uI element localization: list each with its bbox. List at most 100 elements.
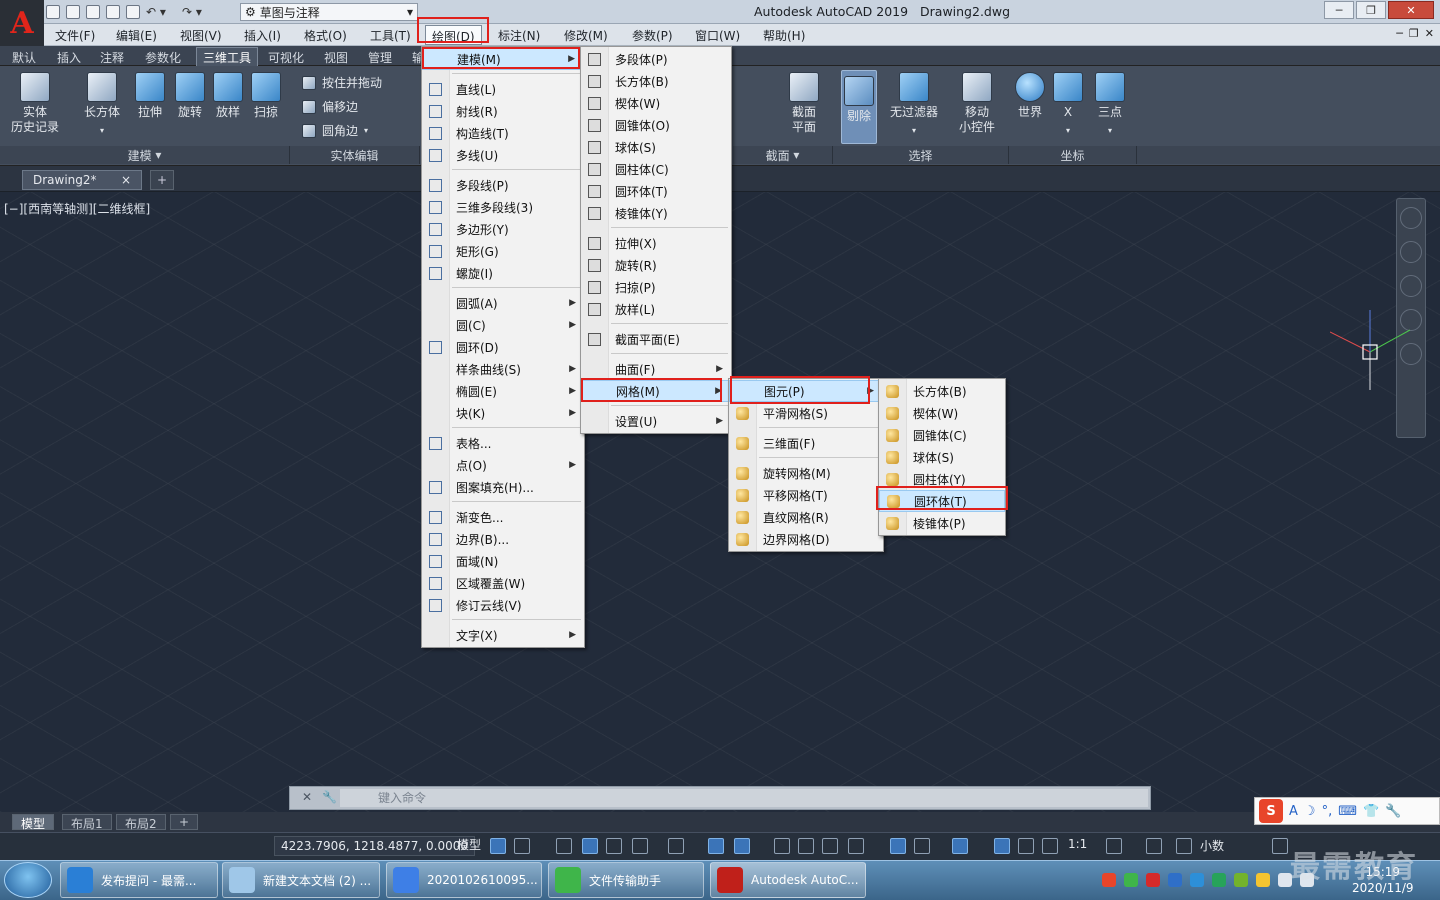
menu-item-modeling_menu-10[interactable]: 扫掠(P) <box>581 276 731 298</box>
menu-item-draw_menu-3[interactable]: 构造线(T) <box>422 122 584 144</box>
menu-item-mesh_menu-2[interactable]: 三维面(F) <box>729 432 883 454</box>
nvidia-tray-icon[interactable] <box>1234 873 1248 887</box>
3d-osnap-icon[interactable] <box>848 838 864 854</box>
tab-visualize[interactable]: 可视化 <box>268 49 304 66</box>
menu-item-modeling_menu-14[interactable]: 网格(M) ▶ <box>581 380 731 402</box>
menu-item-primitives_menu-4[interactable]: 圆柱体(Y) <box>879 468 1005 490</box>
menu-item-primitives_menu-1[interactable]: 楔体(W) <box>879 402 1005 424</box>
customize-icon[interactable] <box>1272 838 1288 854</box>
document-tab-drawing2[interactable]: Drawing2* × <box>22 170 142 190</box>
tab-parametric[interactable]: 参数化 <box>145 49 181 66</box>
network-drive-tray-icon[interactable] <box>1190 873 1204 887</box>
menu-item-draw_menu-20[interactable]: 边界(B)... <box>422 528 584 550</box>
tab-model[interactable]: 模型 <box>12 814 55 831</box>
menu-item-draw_menu-5[interactable]: 多段线(P) <box>422 174 584 196</box>
presspull-button[interactable]: 按住并拖动 <box>302 74 382 91</box>
wrench-icon[interactable]: 🔧 <box>1385 804 1401 819</box>
menu-item-draw_menu-9[interactable]: 螺旋(I) <box>422 262 584 284</box>
menu-item-primitives_menu-2[interactable]: 圆锥体(C) <box>879 424 1005 446</box>
menu-item-modeling_menu-4[interactable]: 球体(S) <box>581 136 731 158</box>
ime-punct-icon[interactable]: °, <box>1322 804 1333 819</box>
menu-item-mesh_menu-5[interactable]: 直纹网格(R) <box>729 506 883 528</box>
menu-window[interactable]: 窗口(W) <box>695 27 740 44</box>
menu-item-draw_menu-15[interactable]: 块(K) ▶ <box>422 402 584 424</box>
menu-item-modeling_menu-15[interactable]: 设置(U) ▶ <box>581 410 731 432</box>
viewcube-icon[interactable] <box>1400 207 1422 229</box>
ime-moon-icon[interactable]: ☽ <box>1304 804 1316 819</box>
steering-wheel-icon[interactable] <box>1400 241 1422 263</box>
redo-icon[interactable]: ↷ ▾ <box>182 5 212 19</box>
dynamic-input-icon[interactable] <box>582 838 598 854</box>
save-icon[interactable] <box>86 5 100 19</box>
menu-modify[interactable]: 修改(M) <box>564 27 608 44</box>
minimize-button[interactable]: ─ <box>1324 1 1354 19</box>
gear-icon[interactable] <box>1106 838 1122 854</box>
lineweight-icon[interactable] <box>774 838 790 854</box>
menu-item-draw_menu-0[interactable]: 建模(M) ▶ <box>422 48 584 70</box>
ime-mode-icon[interactable]: A <box>1289 804 1298 819</box>
menu-item-draw_menu-13[interactable]: 样条曲线(S) ▶ <box>422 358 584 380</box>
tab-default[interactable]: 默认 <box>12 49 36 66</box>
solid-history-button[interactable]: 实体 历史记录 <box>8 72 62 135</box>
menu-draw[interactable]: 绘图(D) <box>425 25 482 45</box>
menu-file[interactable]: 文件(F) <box>55 27 95 44</box>
menu-item-draw_menu-24[interactable]: 文字(X) ▶ <box>422 624 584 646</box>
close-icon[interactable]: × <box>121 173 131 187</box>
quick-properties-icon[interactable] <box>1176 838 1192 854</box>
sweep-button[interactable]: 扫掠 <box>248 72 284 120</box>
menu-item-primitives_menu-5[interactable]: 圆环体(T) <box>879 490 1005 512</box>
doc-restore-icon[interactable]: ❐ <box>1409 27 1419 40</box>
ime-skin-icon[interactable]: 👕 <box>1363 804 1379 819</box>
menu-item-modeling_menu-8[interactable]: 拉伸(X) <box>581 232 731 254</box>
menu-item-mesh_menu-3[interactable]: 旋转网格(M) <box>729 462 883 484</box>
menu-item-modeling_menu-5[interactable]: 圆柱体(C) <box>581 158 731 180</box>
polar-tracking-icon[interactable] <box>632 838 648 854</box>
doc-close-icon[interactable]: ✕ <box>1425 27 1434 40</box>
menu-item-primitives_menu-0[interactable]: 长方体(B) <box>879 380 1005 402</box>
wechat-tray-icon[interactable] <box>1124 873 1138 887</box>
menu-item-modeling_menu-0[interactable]: 多段体(P) <box>581 48 731 70</box>
ortho-icon[interactable] <box>606 838 622 854</box>
security-tray-icon[interactable] <box>1168 873 1182 887</box>
units-dropdown[interactable]: 小数 <box>1200 837 1224 854</box>
plus-icon[interactable] <box>1146 838 1162 854</box>
dynamic-ucs-icon[interactable] <box>890 838 906 854</box>
menu-item-draw_menu-16[interactable]: 表格... <box>422 432 584 454</box>
ime-toolbar[interactable]: S A ☽ °, ⌨ 👕 🔧 <box>1254 797 1440 825</box>
menu-item-draw_menu-19[interactable]: 渐变色... <box>422 506 584 528</box>
app-tray-icon[interactable] <box>1212 873 1226 887</box>
menu-dimension[interactable]: 标注(N) <box>498 27 540 44</box>
close-button[interactable]: ✕ <box>1388 1 1434 19</box>
menu-help[interactable]: 帮助(H) <box>763 27 805 44</box>
taskbar-item-autocad[interactable]: Autodesk AutoC... <box>710 862 866 898</box>
tab-insert[interactable]: 插入 <box>57 49 81 66</box>
sogou-tray-icon[interactable] <box>1102 873 1116 887</box>
x-ucs-button[interactable]: X ▾ <box>1052 72 1084 138</box>
menu-item-modeling_menu-7[interactable]: 棱锥体(Y) <box>581 202 731 224</box>
selection-cycling-icon[interactable] <box>822 838 838 854</box>
menu-format[interactable]: 格式(O) <box>304 27 347 44</box>
application-menu-button[interactable]: A <box>0 0 44 46</box>
menu-item-draw_menu-22[interactable]: 区域覆盖(W) <box>422 572 584 594</box>
object-snap-tracking-icon[interactable] <box>708 838 724 854</box>
section-plane-button[interactable]: 截面 平面 <box>786 72 822 135</box>
annotation-scale-icon[interactable] <box>1042 838 1058 854</box>
offset-edge-button[interactable]: 偏移边 <box>302 98 358 115</box>
menu-item-draw_menu-12[interactable]: 圆环(D) <box>422 336 584 358</box>
open-file-icon[interactable] <box>66 5 80 19</box>
no-filter-button[interactable]: 无过滤器 ▾ <box>886 72 942 138</box>
tab-layout2[interactable]: 布局2 <box>116 814 166 831</box>
menu-view[interactable]: 视图(V) <box>180 27 222 44</box>
menu-item-draw_menu-6[interactable]: 三维多段线(3) <box>422 196 584 218</box>
world-ucs-button[interactable]: 世界 <box>1012 72 1048 120</box>
new-tab-button[interactable]: + <box>150 170 174 190</box>
menu-item-modeling_menu-11[interactable]: 放样(L) <box>581 298 731 320</box>
menu-item-draw_menu-7[interactable]: 多边形(Y) <box>422 218 584 240</box>
panel-modeling[interactable]: 建模 ▾ <box>0 146 290 164</box>
revolve-button[interactable]: 旋转 <box>172 72 208 120</box>
menu-item-modeling_menu-6[interactable]: 圆环体(T) <box>581 180 731 202</box>
taskbar-item-video[interactable]: 2020102610095... <box>386 862 542 898</box>
coordinates-readout[interactable]: 4223.7906, 1218.4877, 0.0000 <box>274 836 476 856</box>
tab-layout1[interactable]: 布局1 <box>62 814 112 831</box>
print-icon[interactable] <box>126 5 140 19</box>
